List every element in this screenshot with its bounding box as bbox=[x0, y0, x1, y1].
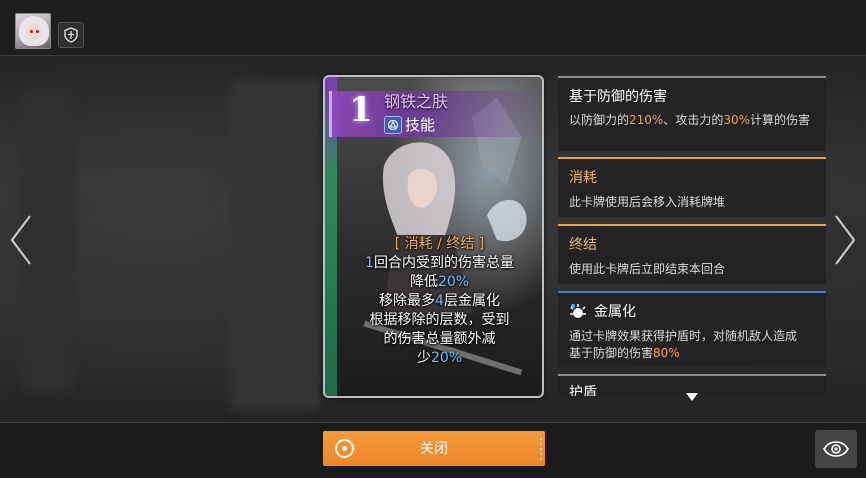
close-button-label: 关闭 bbox=[420, 440, 448, 457]
close-circle-icon bbox=[335, 439, 354, 458]
keyword-desc: 此卡牌使用后会移入消耗牌堆 bbox=[569, 195, 726, 209]
keyword-end-turn: 终结 使用此卡牌后立即结束本回合 bbox=[558, 224, 826, 284]
card-description: [ 消耗 / 终结 ] 1回合内受到的伤害总量 降低20% 移除最多4层金属化 … bbox=[337, 235, 542, 368]
keyword-desc: 使用此卡牌后立即结束本回合 bbox=[569, 262, 726, 276]
bg-shape bbox=[70, 170, 210, 200]
top-bar bbox=[0, 0, 866, 56]
close-button[interactable]: 关闭 bbox=[323, 431, 545, 466]
keyword-title: 消耗 bbox=[569, 170, 597, 186]
keyword-panel[interactable]: 基于防御的伤害 以防御力的210%、攻击力的30%计算的伤害 消耗 此卡牌使用后… bbox=[558, 76, 826, 396]
keyword-exhaust: 消耗 此卡牌使用后会移入消耗牌堆 bbox=[558, 157, 826, 217]
card-cost: 1 bbox=[349, 90, 373, 130]
eye-icon[interactable] bbox=[815, 430, 857, 468]
card-desc-line: 1回合内受到的伤害总量 bbox=[365, 255, 514, 271]
card-name: 钢铁之肤 bbox=[384, 92, 449, 111]
keyword-title: 终结 bbox=[569, 237, 597, 253]
keyword-desc: 通过卡牌效果获得护盾时，对随机敌人造成 基于防御的伤害80% bbox=[569, 329, 798, 360]
card-tags: [ 消耗 / 终结 ] bbox=[394, 236, 485, 252]
scroll-down-indicator-icon[interactable] bbox=[686, 393, 698, 401]
keyword-desc: 以防御力的210%、攻击力的30%计算的伤害 bbox=[569, 113, 811, 127]
keyword-title: 护盾 bbox=[569, 385, 597, 396]
card-desc-line: 少20% bbox=[416, 350, 463, 366]
shield-icon[interactable] bbox=[58, 22, 84, 48]
keyword-title: 基于防御的伤害 bbox=[569, 89, 667, 105]
bg-shape bbox=[230, 80, 320, 410]
next-arrow-icon[interactable] bbox=[830, 212, 860, 268]
skill-icon bbox=[384, 116, 402, 134]
card-desc-line: 降低20% bbox=[409, 274, 470, 290]
previous-arrow-icon[interactable] bbox=[6, 212, 36, 268]
card-desc-line: 的伤害总量额外减 bbox=[383, 331, 496, 347]
card-type: 技能 bbox=[405, 116, 436, 134]
keyword-title: 金属化 bbox=[594, 304, 636, 320]
card[interactable]: 1 钢铁之肤 技能 [ 消耗 / 终结 ] 1回合内受到的伤害总量 降低20% … bbox=[323, 75, 544, 398]
card-desc-line: 移除最多4层金属化 bbox=[379, 293, 500, 309]
character-avatar[interactable] bbox=[15, 13, 51, 49]
keyword-defense-damage: 基于防御的伤害 以防御力的210%、攻击力的30%计算的伤害 bbox=[558, 76, 826, 151]
keyword-metallize: 金属化 通过卡牌效果获得护盾时，对随机敌人造成 基于防御的伤害80% bbox=[558, 291, 826, 367]
card-desc-line: 根据移除的层数，受到 bbox=[369, 312, 510, 328]
button-decoration bbox=[540, 438, 542, 460]
metallize-icon bbox=[570, 304, 586, 318]
